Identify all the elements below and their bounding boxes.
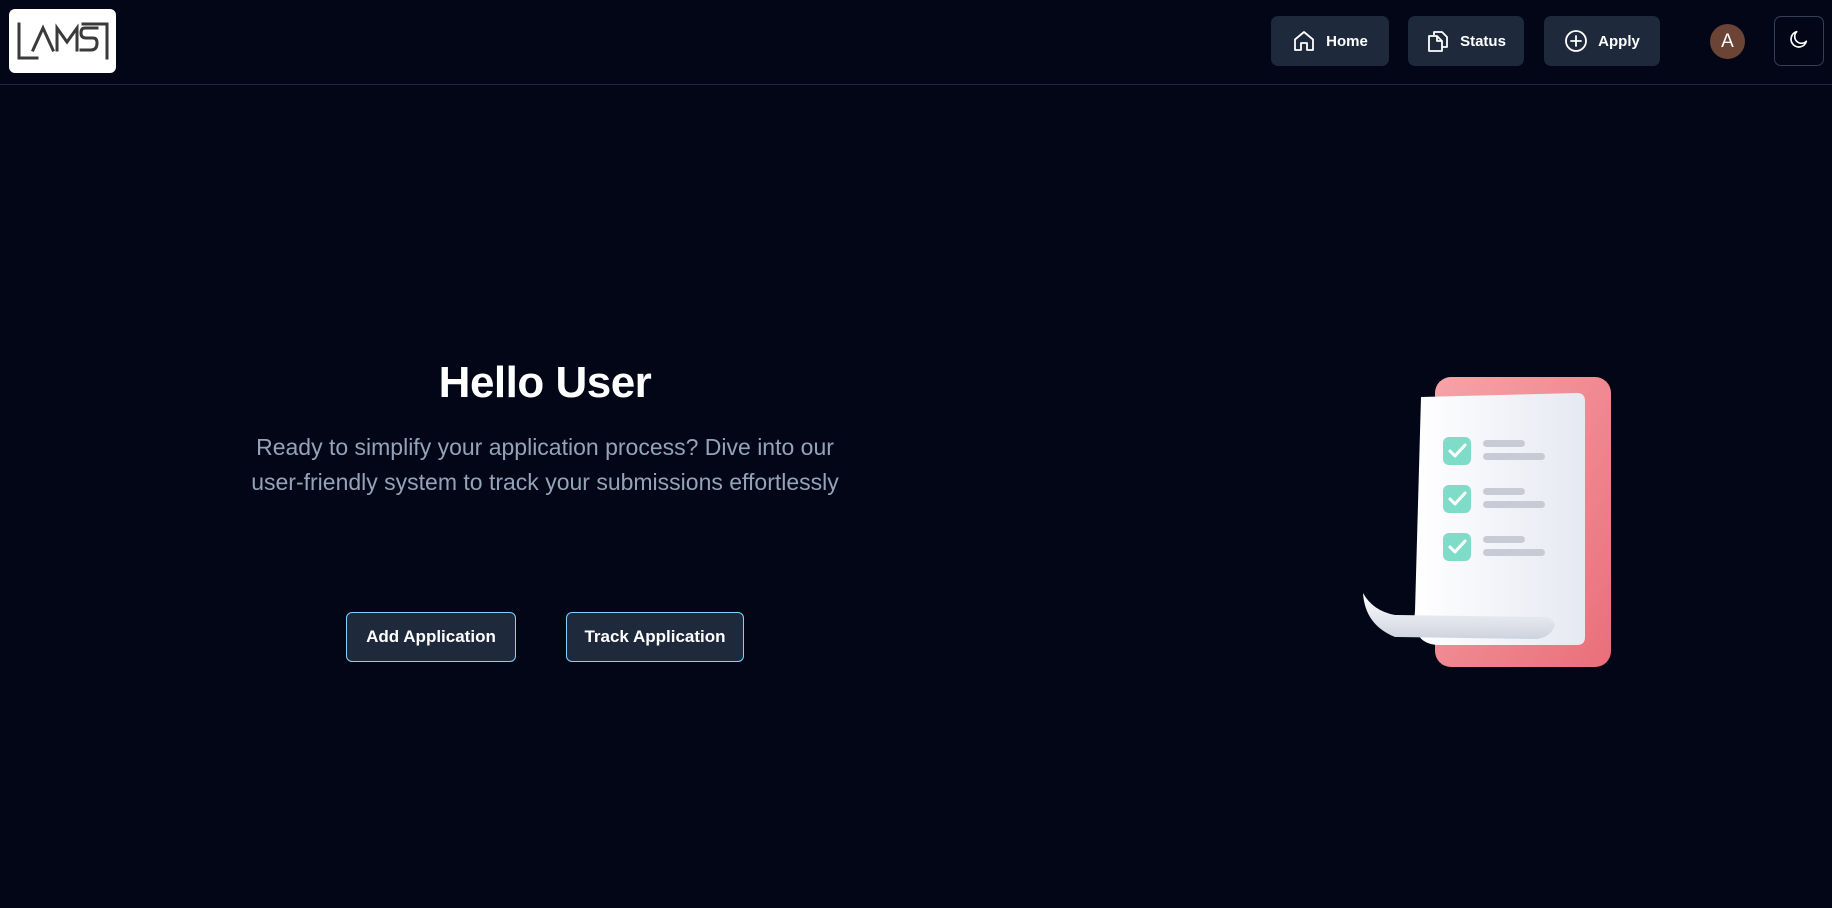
add-application-button[interactable]: Add Application: [346, 612, 516, 662]
nav-apply-label: Apply: [1598, 32, 1640, 50]
hero-description: Ready to simplify your application proce…: [251, 434, 839, 495]
top-navbar: Home Status Apply A: [0, 0, 1832, 85]
plus-circle-icon: [1564, 29, 1588, 53]
checklist-illustration: [1355, 375, 1615, 670]
add-application-label: Add Application: [366, 627, 496, 646]
nav-apply-button[interactable]: Apply: [1544, 16, 1660, 66]
lams-logo-mark: [17, 22, 108, 60]
user-avatar[interactable]: A: [1710, 24, 1745, 59]
lams-logo[interactable]: [9, 9, 116, 73]
track-application-button[interactable]: Track Application: [566, 612, 744, 662]
track-application-label: Track Application: [584, 627, 726, 646]
avatar-initial: A: [1721, 30, 1734, 52]
hero-title: Hello User: [438, 358, 652, 407]
documents-icon: [1426, 29, 1450, 53]
theme-toggle-button[interactable]: [1774, 16, 1824, 66]
nav-home-button[interactable]: Home: [1271, 16, 1389, 66]
nav-home-label: Home: [1326, 32, 1368, 50]
moon-icon: [1788, 28, 1810, 55]
home-icon: [1292, 29, 1316, 53]
nav-status-label: Status: [1460, 32, 1506, 50]
nav-status-button[interactable]: Status: [1408, 16, 1524, 66]
